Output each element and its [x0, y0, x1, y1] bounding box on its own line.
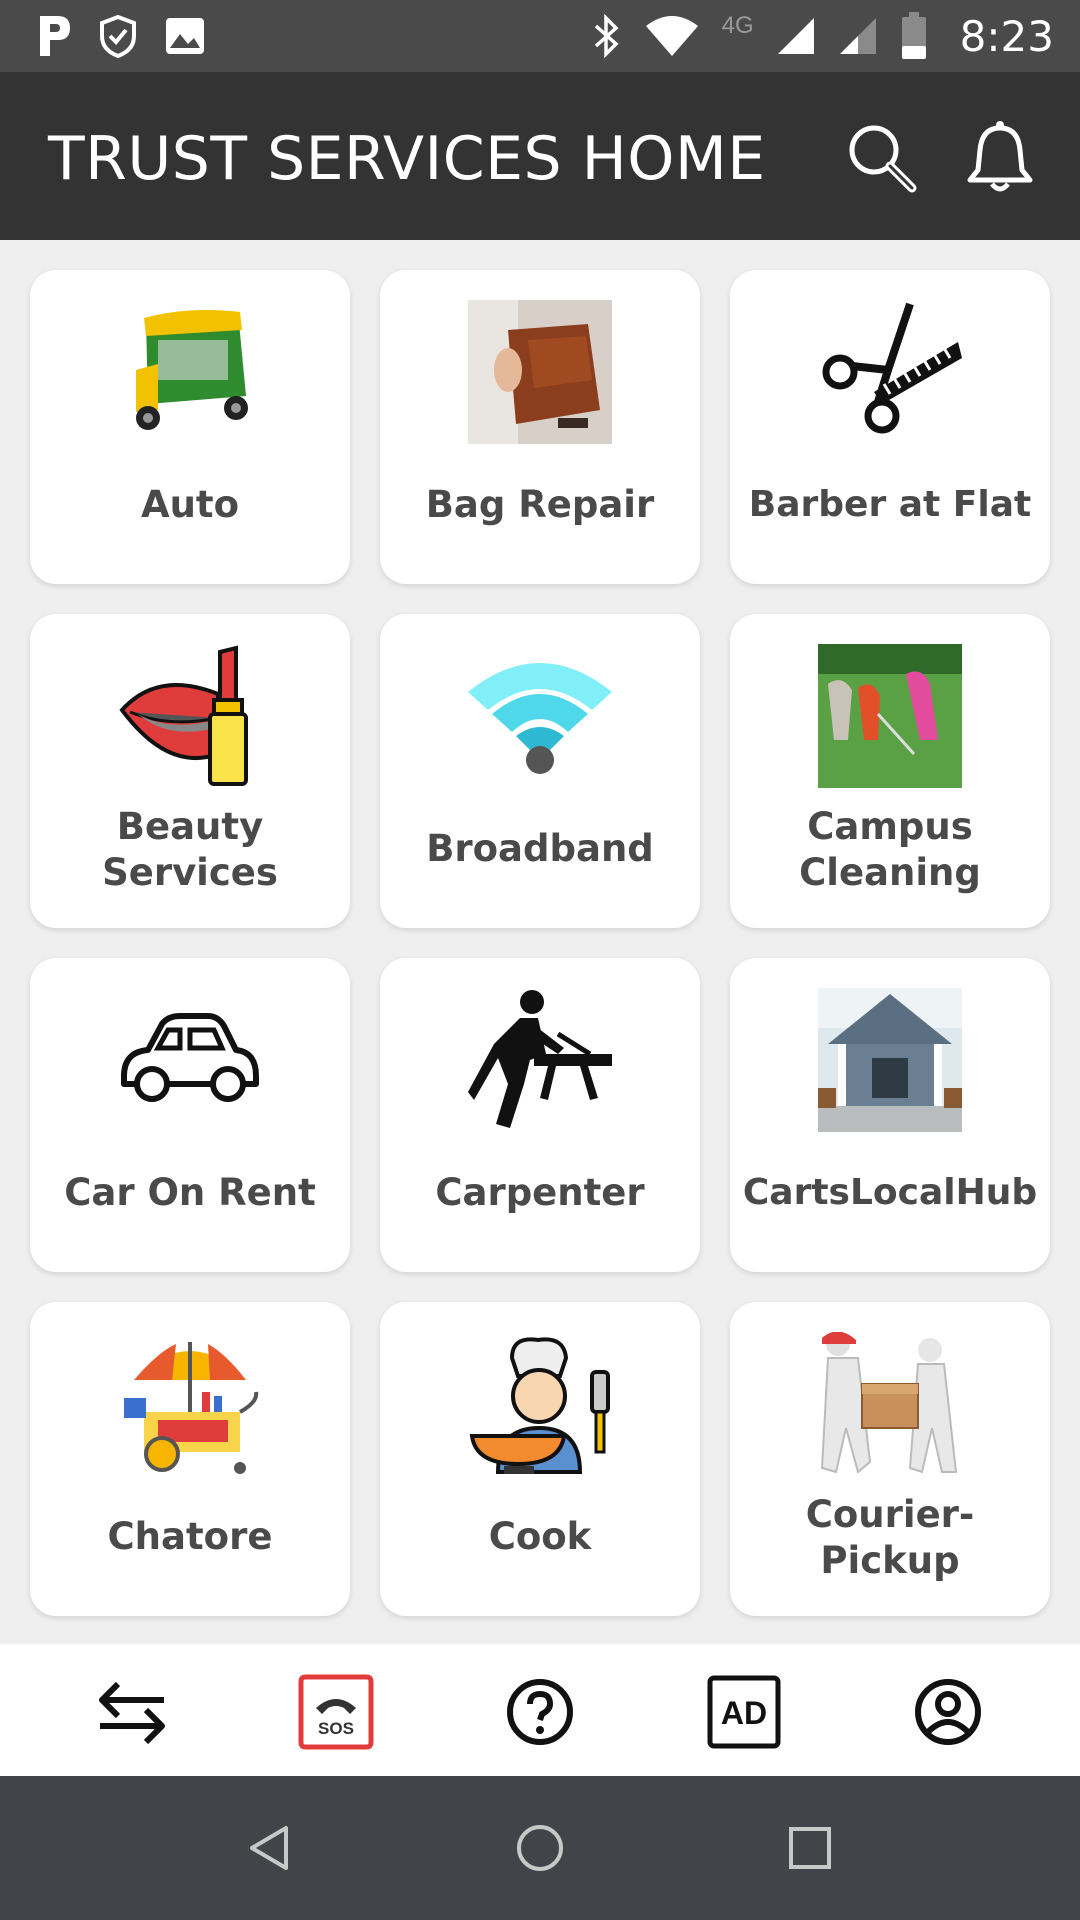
- signal-icon: [777, 18, 814, 54]
- service-card-beauty-services[interactable]: Beauty Services: [30, 614, 350, 928]
- status-left: [36, 0, 206, 72]
- bottom-nav: SOS AD: [0, 1644, 1080, 1776]
- home-circle-icon: [517, 1825, 563, 1871]
- service-label: Beauty Services: [102, 805, 278, 894]
- service-card-barber-at-flat[interactable]: Barber at Flat: [730, 270, 1050, 584]
- image-icon: [166, 18, 204, 54]
- carpenter-icon: [468, 990, 612, 1128]
- wifi-icon: [645, 16, 698, 56]
- service-card-chatore[interactable]: Chatore: [30, 1302, 350, 1616]
- nav-help[interactable]: [502, 1674, 578, 1750]
- service-card-courier-pickup[interactable]: Courier-Pickup: [730, 1302, 1050, 1616]
- service-card-campus-cleaning[interactable]: Campus Cleaning: [730, 614, 1050, 928]
- notifications-button[interactable]: [960, 118, 1040, 198]
- service-card-broadband[interactable]: Broadband: [380, 614, 700, 928]
- bag-repair-photo: [468, 300, 612, 444]
- status-right: 4G 8:23: [592, 0, 1054, 72]
- service-card-cartslocalhub[interactable]: CartsLocalHub: [730, 958, 1050, 1272]
- auto-rickshaw-icon: [136, 310, 248, 430]
- back-icon: [250, 1826, 288, 1870]
- service-label: Cook: [488, 1515, 592, 1558]
- wifi-icon: [468, 663, 612, 774]
- app-bar: TRUST SERVICES HOME: [0, 72, 1080, 240]
- app-p-icon: [40, 16, 70, 56]
- battery-icon: [901, 12, 926, 59]
- service-card-cook[interactable]: Cook: [380, 1302, 700, 1616]
- network-type: 4G: [721, 12, 754, 39]
- bluetooth-icon: [594, 14, 619, 58]
- service-label: Barber at Flat: [748, 484, 1032, 525]
- ad-icon: AD: [707, 1675, 781, 1749]
- service-label: Broadband: [426, 827, 654, 870]
- service-card-bag-repair[interactable]: Bag Repair: [380, 270, 700, 584]
- recents-button[interactable]: [784, 1822, 836, 1874]
- signal-weak-icon: [839, 18, 876, 54]
- help-circle-icon: [507, 1679, 573, 1745]
- nav-ads[interactable]: AD: [706, 1674, 782, 1750]
- cleaning-photo: [818, 644, 962, 788]
- lipstick-lips-icon: [119, 645, 248, 786]
- food-cart-icon: [124, 1342, 259, 1474]
- home-button[interactable]: [514, 1822, 566, 1874]
- service-label: Bag Repair: [425, 483, 655, 526]
- service-card-carpenter[interactable]: Carpenter: [380, 958, 700, 1272]
- status-bar: 4G 8:23: [0, 0, 1080, 72]
- service-label: Car On Rent: [64, 1171, 316, 1214]
- car-icon: [121, 1013, 259, 1102]
- page-title: TRUST SERVICES HOME: [48, 124, 766, 194]
- service-label: CartsLocalHub: [742, 1172, 1038, 1213]
- scissors-comb-icon: [822, 302, 962, 434]
- service-label: Chatore: [107, 1515, 273, 1558]
- clock: 8:23: [959, 11, 1054, 61]
- svg-text:SOS: SOS: [318, 1719, 354, 1738]
- search-icon: [849, 125, 917, 193]
- nav-transfer[interactable]: [94, 1674, 170, 1750]
- delivery-box-icon: [820, 1332, 958, 1474]
- transfer-arrows-icon: [99, 1681, 165, 1745]
- bell-icon: [967, 121, 1033, 192]
- service-card-car-on-rent[interactable]: Car On Rent: [30, 958, 350, 1272]
- service-label: Auto: [140, 483, 240, 526]
- house-photo: [818, 988, 962, 1132]
- service-label: Campus Cleaning: [799, 805, 981, 894]
- service-label: Courier-Pickup: [805, 1493, 975, 1582]
- service-label: Carpenter: [435, 1171, 645, 1214]
- nav-profile[interactable]: [910, 1674, 986, 1750]
- back-button[interactable]: [244, 1822, 296, 1874]
- svg-text:AD: AD: [721, 1695, 767, 1731]
- recents-square-icon: [789, 1827, 831, 1869]
- shield-check-icon: [100, 14, 136, 58]
- chef-icon: [469, 1337, 610, 1474]
- search-button[interactable]: [842, 118, 922, 198]
- profile-icon: [915, 1679, 981, 1745]
- nav-sos[interactable]: SOS: [298, 1674, 374, 1750]
- sos-phone-icon: SOS: [298, 1674, 374, 1750]
- service-card-auto[interactable]: Auto: [30, 270, 350, 584]
- system-nav-bar: [0, 1776, 1080, 1920]
